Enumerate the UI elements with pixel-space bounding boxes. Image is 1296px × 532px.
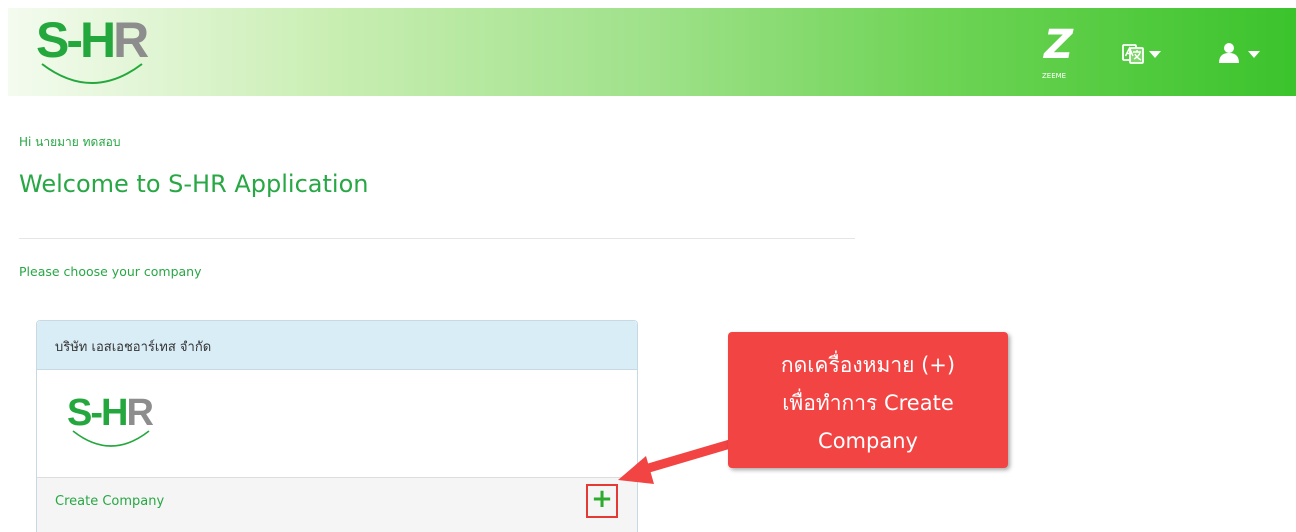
callout-line: เพื่อทำการ Create bbox=[782, 391, 954, 415]
callout-line: กดเครื่องหมาย (+) bbox=[780, 353, 956, 377]
annotation-callout: กดเครื่องหมาย (+) เพื่อทำการ Create Comp… bbox=[728, 332, 1008, 468]
top-navbar: S-HR Z ZEEME bbox=[8, 8, 1296, 96]
translate-icon bbox=[1122, 44, 1144, 64]
user-icon bbox=[1219, 43, 1239, 63]
logo-smile-icon bbox=[72, 430, 150, 447]
callout-line: Company bbox=[818, 429, 918, 453]
callout-text: กดเครื่องหมาย (+) เพื่อทำการ Create Comp… bbox=[728, 346, 1008, 460]
chevron-down-icon bbox=[1149, 51, 1161, 58]
logo-smile-icon bbox=[41, 63, 143, 84]
app-logo[interactable]: S-HR bbox=[36, 12, 149, 92]
callout-arrow bbox=[618, 440, 735, 484]
company-card-header[interactable]: บริษัท เอสเอชอาร์เทส จำกัด bbox=[37, 321, 637, 370]
user-menu-dropdown[interactable] bbox=[1218, 42, 1264, 66]
create-company-label: Create Company bbox=[55, 494, 165, 509]
greeting-text: Hi นายมาย ทดสอบ bbox=[19, 135, 121, 149]
zeeme-logo-label: ZEEME bbox=[1042, 72, 1067, 80]
company-logo[interactable]: S-HR bbox=[67, 391, 157, 451]
zeeme-app-icon[interactable]: Z ZEEME bbox=[1040, 22, 1076, 88]
divider bbox=[19, 238, 855, 239]
company-name: บริษัท เอสเอชอาร์เทส จำกัด bbox=[55, 340, 212, 355]
company-card: บริษัท เอสเอชอาร์เทส จำกัด S-HR Create C… bbox=[36, 320, 638, 532]
language-dropdown[interactable] bbox=[1121, 42, 1165, 66]
zeeme-logo-letter: Z bbox=[1044, 22, 1074, 68]
chevron-down-icon bbox=[1248, 51, 1260, 58]
page-title: Welcome to S-HR Application bbox=[19, 170, 369, 198]
choose-company-label: Please choose your company bbox=[19, 264, 202, 279]
